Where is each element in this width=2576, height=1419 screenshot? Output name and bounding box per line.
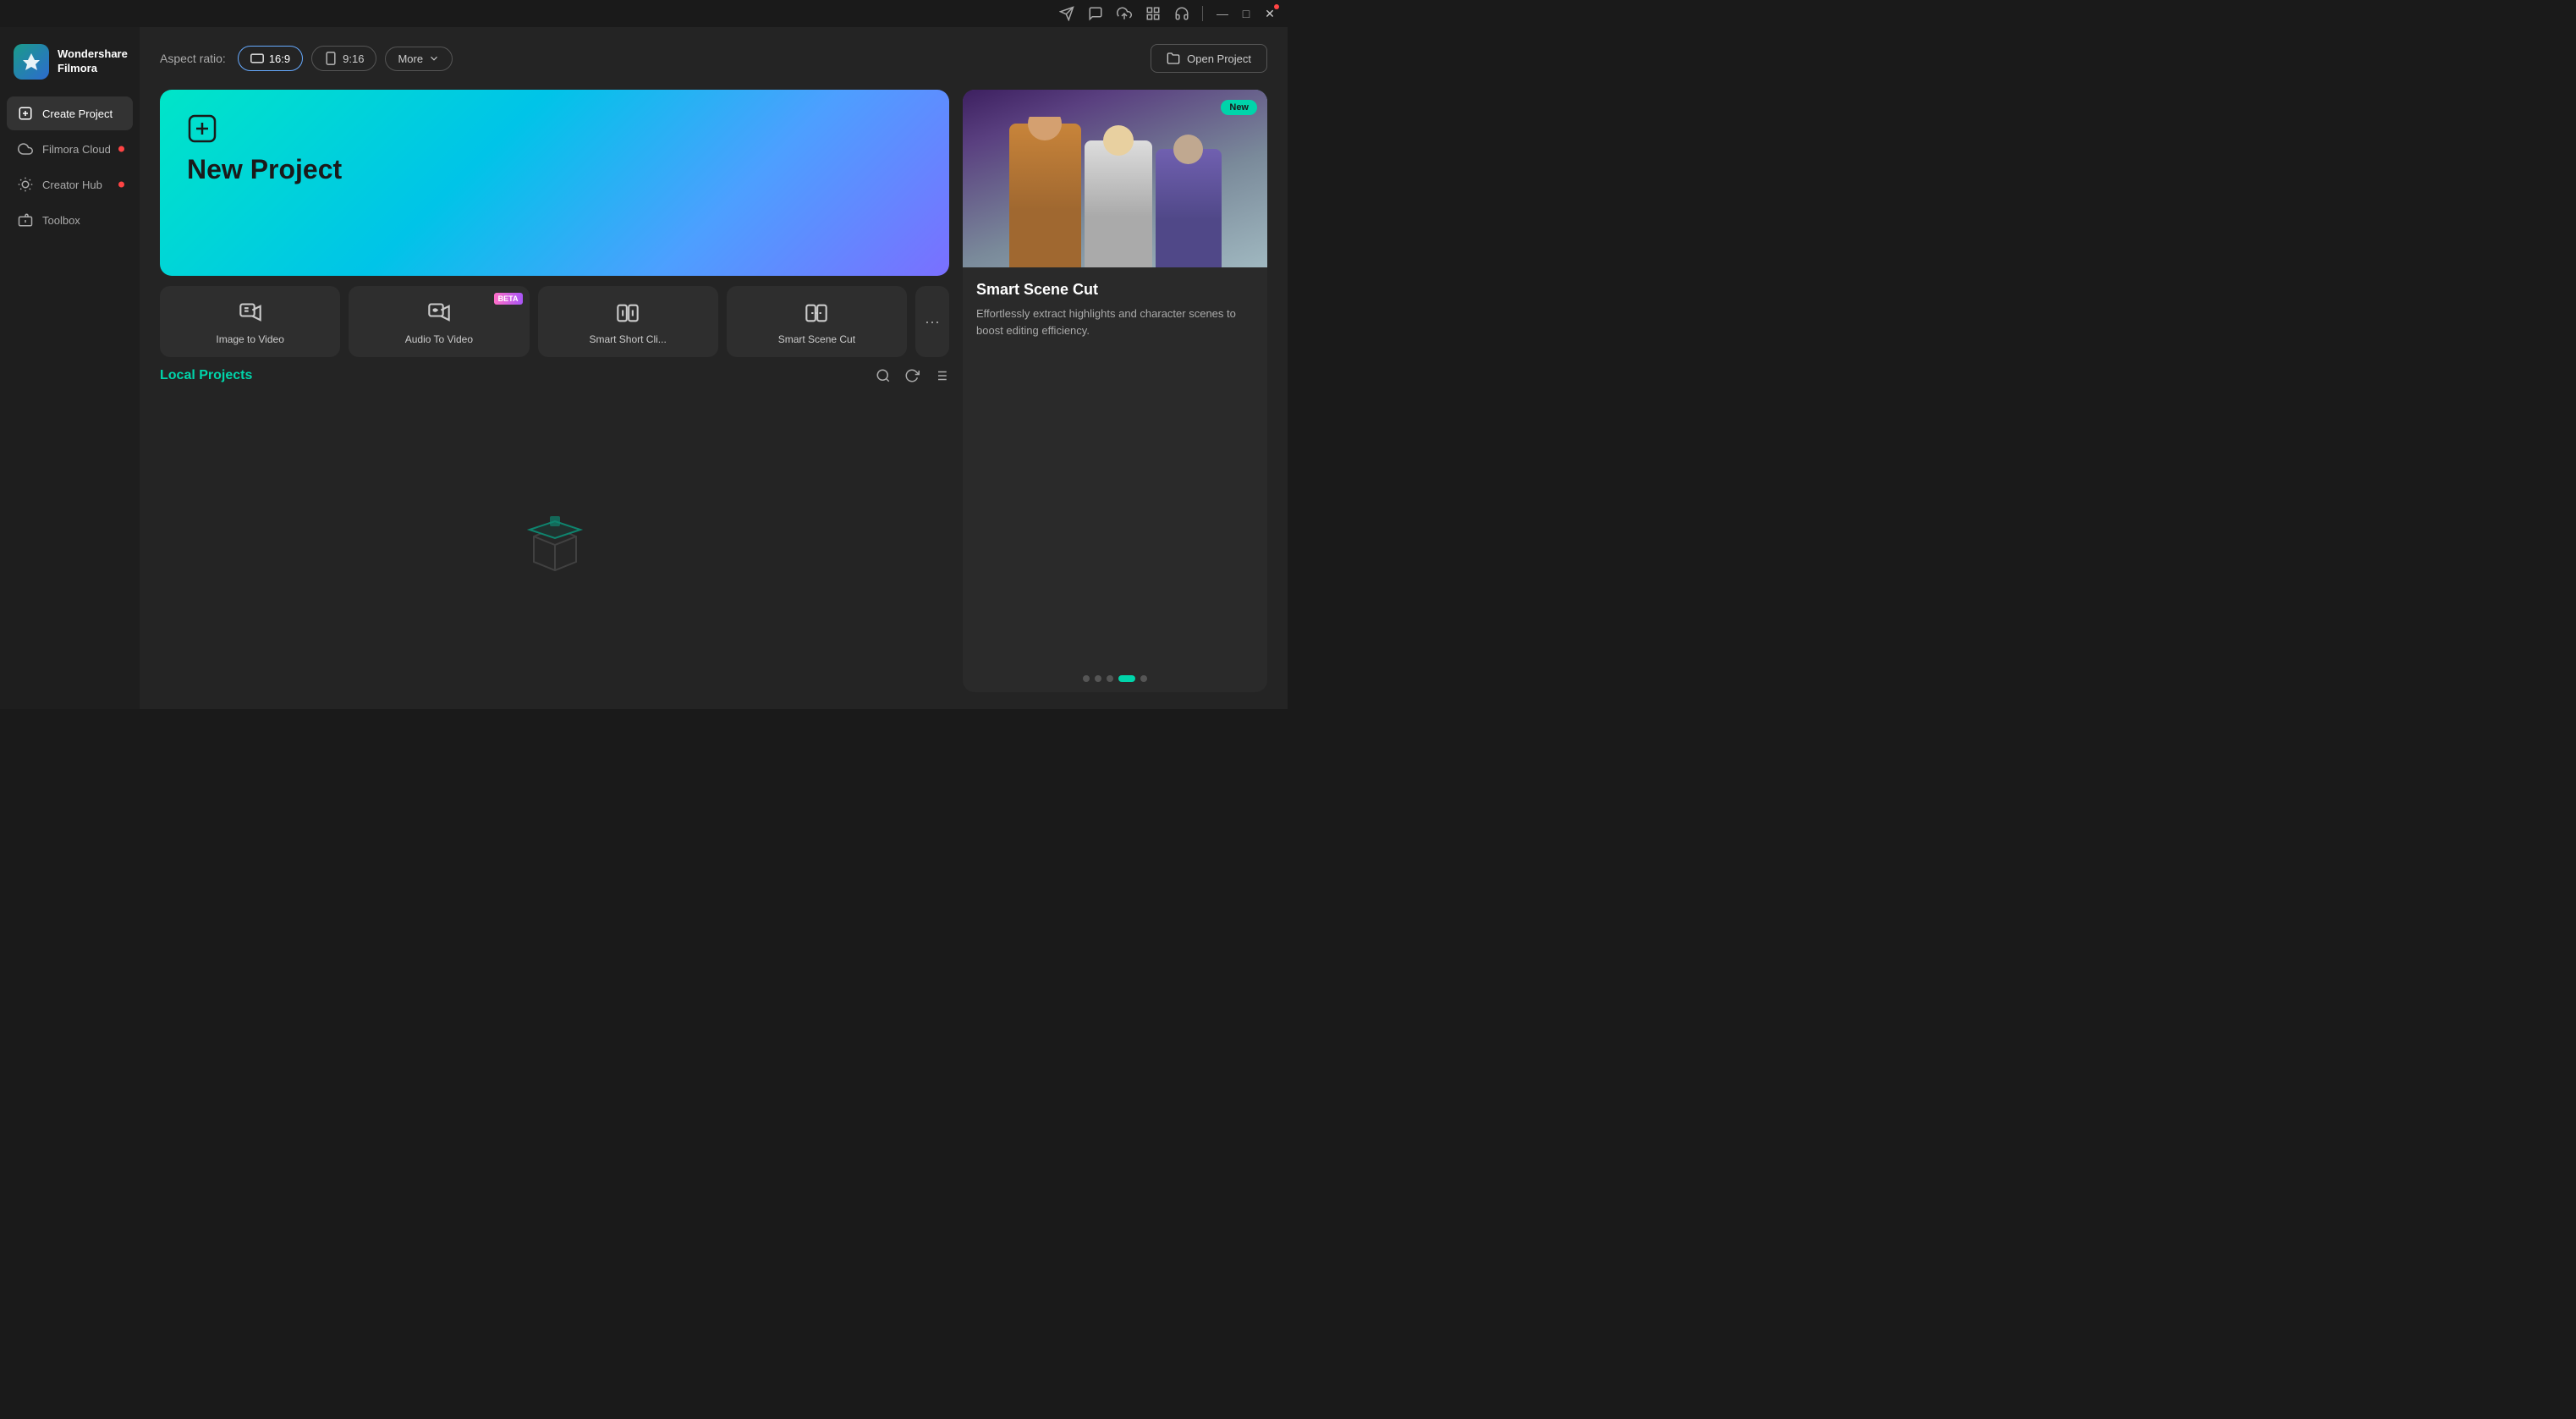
filmora-cloud-label: Filmora Cloud <box>42 143 111 156</box>
open-project-label: Open Project <box>1187 52 1251 65</box>
app-body: Wondershare Filmora Create Project <box>0 27 1288 709</box>
image-to-video-label: Image to Video <box>216 333 284 345</box>
audio-to-video-icon <box>426 300 453 327</box>
content-grid: New Project Image to Vid <box>160 90 1267 692</box>
carousel-dot-3[interactable] <box>1107 675 1113 682</box>
sidebar-item-create-project[interactable]: Create Project <box>7 96 133 130</box>
bulb-icon <box>17 176 34 193</box>
titlebar-icons <box>1058 5 1203 22</box>
local-projects-actions <box>875 367 949 384</box>
image-to-video-icon <box>237 300 264 327</box>
local-projects-header: Local Projects <box>160 367 949 384</box>
tool-card-smart-short-clip[interactable]: Smart Short Cli... <box>538 286 718 357</box>
upload-icon[interactable] <box>1116 5 1133 22</box>
creator-hub-dot <box>118 182 124 188</box>
refresh-projects-icon[interactable] <box>904 367 920 384</box>
feature-body: Smart Scene Cut Effortlessly extract hig… <box>963 267 1267 665</box>
sidebar-item-creator-hub[interactable]: Creator Hub <box>7 168 133 201</box>
list-view-icon[interactable] <box>932 367 949 384</box>
toolbox-icon <box>17 212 34 228</box>
empty-state <box>160 398 949 692</box>
chat-icon[interactable] <box>1087 5 1104 22</box>
local-projects-section: Local Projects <box>160 367 949 692</box>
create-project-label: Create Project <box>42 107 113 120</box>
toolbox-label: Toolbox <box>42 214 80 227</box>
new-project-title: New Project <box>187 154 922 185</box>
plus-square-icon <box>17 105 34 122</box>
smart-short-clip-icon <box>614 300 641 327</box>
carousel-dot-4[interactable] <box>1118 675 1135 682</box>
main-content: Aspect ratio: 16:9 9:16 More <box>140 27 1288 709</box>
app-name: Wondershare Filmora <box>58 47 128 76</box>
sidebar-nav: Create Project Filmora Cloud <box>0 96 140 237</box>
close-button[interactable]: ✕ <box>1262 6 1277 21</box>
tool-card-smart-scene-cut[interactable]: Smart Scene Cut <box>727 286 907 357</box>
carousel-dot-5[interactable] <box>1140 675 1147 682</box>
titlebar: — □ ✕ <box>0 0 1288 27</box>
more-aspect-button[interactable]: More <box>385 47 453 71</box>
smart-scene-cut-icon <box>803 300 830 327</box>
carousel-dot-1[interactable] <box>1083 675 1090 682</box>
smart-short-clip-label: Smart Short Cli... <box>589 333 666 345</box>
cloud-icon <box>17 140 34 157</box>
creator-hub-label: Creator Hub <box>42 179 102 191</box>
aspect-9-16-button[interactable]: 9:16 <box>311 46 376 71</box>
new-badge: New <box>1221 100 1257 115</box>
new-project-icon <box>187 113 217 144</box>
aspect-ratio-group: Aspect ratio: 16:9 9:16 More <box>160 46 453 71</box>
top-bar: Aspect ratio: 16:9 9:16 More <box>160 44 1267 73</box>
window-controls: — □ ✕ <box>1215 6 1277 21</box>
feature-title: Smart Scene Cut <box>976 281 1254 299</box>
sidebar: Wondershare Filmora Create Project <box>0 27 140 709</box>
close-dot <box>1274 4 1279 9</box>
tool-card-audio-to-video[interactable]: BETA Audio To Video <box>349 286 529 357</box>
grid-icon[interactable] <box>1145 5 1162 22</box>
aspect-16-9-button[interactable]: 16:9 <box>238 46 303 71</box>
more-label: More <box>398 52 423 65</box>
more-tools-button[interactable]: ··· <box>915 286 949 357</box>
empty-box-icon <box>521 511 589 579</box>
smart-scene-cut-label: Smart Scene Cut <box>778 333 855 345</box>
carousel-dots <box>963 665 1267 692</box>
tool-card-image-to-video[interactable]: Image to Video <box>160 286 340 357</box>
open-project-button[interactable]: Open Project <box>1151 44 1267 73</box>
aspect-ratio-label: Aspect ratio: <box>160 52 226 65</box>
sidebar-item-toolbox[interactable]: Toolbox <box>7 203 133 237</box>
maximize-button[interactable]: □ <box>1239 6 1254 21</box>
send-icon[interactable] <box>1058 5 1075 22</box>
titlebar-divider <box>1202 6 1203 21</box>
local-projects-title: Local Projects <box>160 368 252 383</box>
search-projects-icon[interactable] <box>875 367 892 384</box>
aspect-9-16-label: 9:16 <box>343 52 364 65</box>
feature-description: Effortlessly extract highlights and char… <box>976 305 1254 338</box>
sidebar-item-filmora-cloud[interactable]: Filmora Cloud <box>7 132 133 166</box>
feature-image: New <box>963 90 1267 267</box>
filmora-cloud-dot <box>118 146 124 152</box>
app-logo-icon <box>14 44 49 80</box>
minimize-button[interactable]: — <box>1215 6 1230 21</box>
new-project-card[interactable]: New Project <box>160 90 949 276</box>
feature-card: New Smart Scene Cut Effortlessly extract… <box>963 90 1267 692</box>
tool-cards: Image to Video BETA Audio To Video <box>160 286 949 357</box>
more-tools-icon: ··· <box>925 313 940 331</box>
carousel-dot-2[interactable] <box>1095 675 1101 682</box>
sidebar-logo: Wondershare Filmora <box>0 37 140 96</box>
aspect-16-9-label: 16:9 <box>269 52 290 65</box>
headset-icon[interactable] <box>1173 5 1190 22</box>
audio-to-video-label: Audio To Video <box>405 333 473 345</box>
right-panel: New Smart Scene Cut Effortlessly extract… <box>963 90 1267 692</box>
beta-badge: BETA <box>494 293 523 305</box>
left-panel: New Project Image to Vid <box>160 90 949 692</box>
